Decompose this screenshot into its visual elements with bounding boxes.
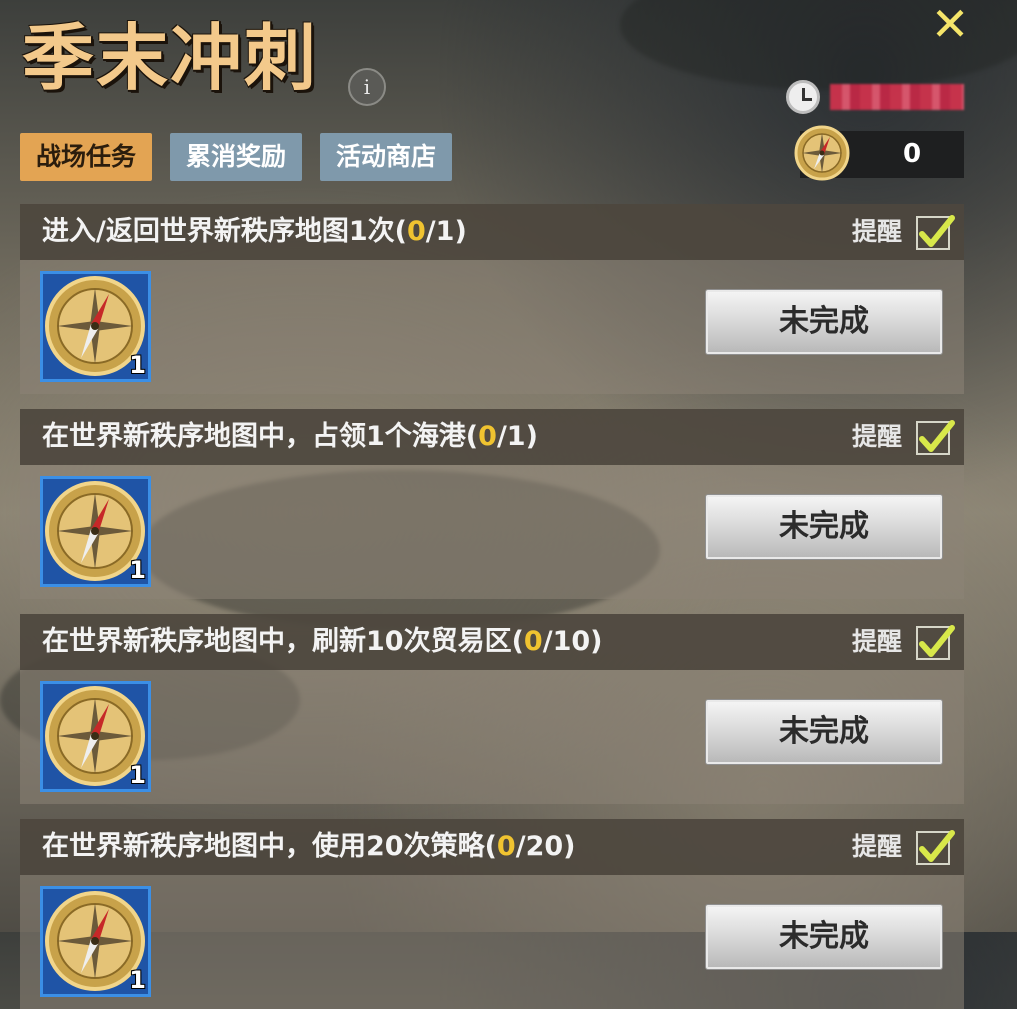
reward-item[interactable]: 1 xyxy=(40,886,151,997)
task-card: 在世界新秩序地图中，使用20次策略(0/20) 提醒 1 未完成 xyxy=(20,819,964,1009)
reward-count: 1 xyxy=(129,966,146,994)
status-button[interactable]: 未完成 xyxy=(706,495,942,559)
task-header: 进入/返回世界新秩序地图1次(0/1) 提醒 xyxy=(20,204,964,260)
checkmark-icon xyxy=(919,830,955,862)
remind-label: 提醒 xyxy=(851,832,902,861)
task-title: 在世界新秩序地图中，使用20次策略(0/20) xyxy=(42,831,576,862)
remind-label: 提醒 xyxy=(851,627,902,656)
currency-display: 0 xyxy=(794,125,964,181)
reward-count: 1 xyxy=(129,556,146,584)
tab-battlefield-tasks[interactable]: 战场任务 xyxy=(20,133,153,181)
reward-count: 1 xyxy=(129,761,146,789)
clock-icon xyxy=(786,80,820,114)
task-header: 在世界新秩序地图中，使用20次策略(0/20) 提醒 xyxy=(20,819,964,875)
remind-checkbox[interactable] xyxy=(916,215,955,250)
status-button[interactable]: 未完成 xyxy=(706,905,942,969)
task-header: 在世界新秩序地图中，刷新10次贸易区(0/10) 提醒 xyxy=(20,614,964,670)
currency-value: 0 xyxy=(902,139,922,169)
task-title: 进入/返回世界新秩序地图1次(0/1) xyxy=(42,216,467,247)
task-progress-current: 0 xyxy=(478,421,497,452)
tab-cumulative-rewards[interactable]: 累消奖励 xyxy=(170,133,303,181)
reward-item[interactable]: 1 xyxy=(40,271,151,382)
compass-icon xyxy=(794,125,850,181)
reward-item[interactable]: 1 xyxy=(40,476,151,587)
close-icon[interactable]: ✕ xyxy=(928,1,972,47)
task-header: 在世界新秩序地图中，占领1个海港(0/1) 提醒 xyxy=(20,409,964,465)
remind-label: 提醒 xyxy=(851,217,902,246)
task-progress-current: 0 xyxy=(407,216,426,247)
status-button[interactable]: 未完成 xyxy=(706,290,942,354)
status-button[interactable]: 未完成 xyxy=(706,700,942,764)
remind-checkbox[interactable] xyxy=(916,420,955,455)
reward-count: 1 xyxy=(129,351,146,379)
page-title: 季末冲刺 xyxy=(22,16,319,100)
checkmark-icon xyxy=(919,625,955,657)
info-icon[interactable]: i xyxy=(348,68,386,106)
task-card: 在世界新秩序地图中，占领1个海港(0/1) 提醒 1 未完成 xyxy=(20,409,964,599)
task-title: 在世界新秩序地图中，占领1个海港(0/1) xyxy=(42,421,538,452)
reward-item[interactable]: 1 xyxy=(40,681,151,792)
task-title: 在世界新秩序地图中，刷新10次贸易区(0/10) xyxy=(42,626,603,657)
task-card: 在世界新秩序地图中，刷新10次贸易区(0/10) 提醒 1 未完成 xyxy=(20,614,964,804)
tab-event-shop[interactable]: 活动商店 xyxy=(320,133,453,181)
tab-bar: 战场任务 累消奖励 活动商店 xyxy=(20,133,453,181)
task-progress-current: 0 xyxy=(496,831,516,862)
task-card: 进入/返回世界新秩序地图1次(0/1) 提醒 1 未完成 xyxy=(20,204,964,394)
countdown-timer xyxy=(830,84,964,110)
task-progress-current: 0 xyxy=(523,626,543,657)
remind-checkbox[interactable] xyxy=(916,830,955,865)
checkmark-icon xyxy=(919,420,955,452)
checkmark-icon xyxy=(919,215,955,247)
remind-label: 提醒 xyxy=(851,422,902,451)
remind-checkbox[interactable] xyxy=(916,625,955,660)
